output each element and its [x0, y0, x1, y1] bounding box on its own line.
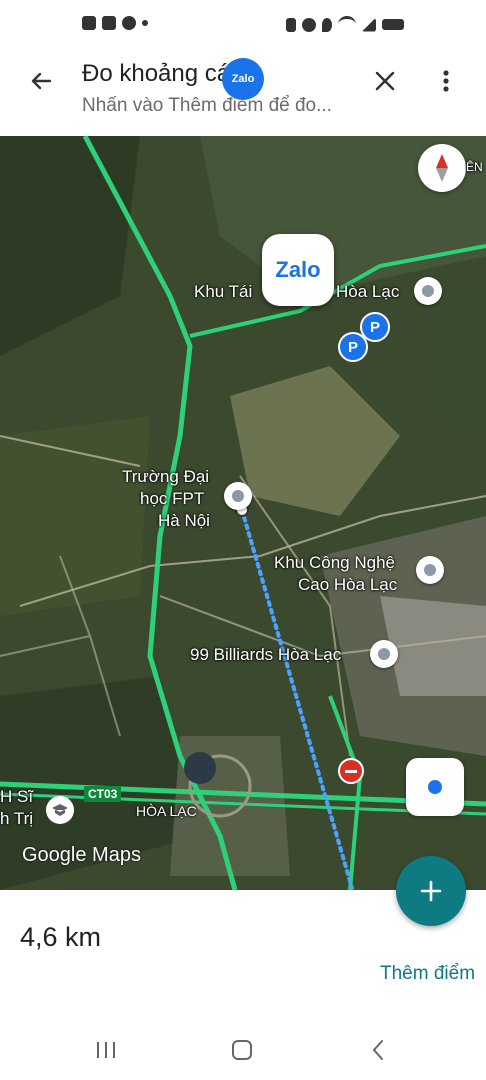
map-label-hoa-lac[interactable]: Hòa Lạc — [336, 281, 399, 303]
signal-icon — [362, 17, 376, 32]
more-vert-icon — [443, 70, 449, 92]
system-nav-bar — [0, 1020, 486, 1080]
add-point-fab[interactable] — [396, 856, 466, 926]
map-label-khu-cong-nghe-2[interactable]: Cao Hòa Lạc — [298, 574, 397, 596]
zalo-label: Zalo — [275, 257, 321, 282]
close-button[interactable] — [364, 60, 406, 102]
place-icon — [378, 648, 390, 660]
map-label-billiards[interactable]: 99 Billiards Hòa Lạc — [190, 644, 341, 666]
page-subtitle: Nhấn vào Thêm điểm để đo... — [82, 95, 332, 116]
map-label-fpt-1[interactable]: Trường Đại — [122, 466, 209, 488]
school-icon — [232, 490, 244, 502]
google-maps-logo: Google Maps — [22, 844, 141, 866]
battery-icon — [382, 19, 404, 30]
battery-saver-icon — [286, 17, 296, 32]
map-label-khu-tai[interactable]: Khu Tái — [194, 281, 252, 303]
zalo-chat-head-small[interactable]: Zalo — [222, 58, 264, 100]
more-notifications-icon — [142, 20, 148, 26]
map-label-hoa-lac-area: HÒA LẠC — [136, 803, 197, 819]
map-label-left-2[interactable]: h Trị — [0, 808, 33, 830]
map-label-fpt-3[interactable]: Hà Nội — [158, 510, 210, 532]
status-bar — [0, 0, 486, 50]
recent-apps-icon — [97, 1042, 115, 1058]
road-badge-ct03: CT03 — [84, 786, 122, 802]
map-label-fpt-2[interactable]: học FPT — [140, 488, 204, 510]
plus-icon — [420, 880, 442, 902]
location-icon — [322, 17, 332, 32]
distance-value: 4,6 km — [20, 922, 102, 952]
place-pin-khu-cong-nghe[interactable] — [416, 556, 444, 584]
place-icon — [422, 285, 434, 297]
more-options-button[interactable] — [428, 60, 464, 102]
place-pin-billiards[interactable] — [370, 640, 398, 668]
my-location-button[interactable] — [406, 758, 464, 816]
status-notifications — [82, 16, 148, 30]
map-label-khu-cong-nghe-1[interactable]: Khu Công Nghệ — [274, 552, 395, 574]
zalo-chat-head[interactable]: Zalo — [262, 234, 334, 306]
youtube-icon — [102, 16, 116, 30]
place-pin-khu-tai[interactable] — [414, 277, 442, 305]
arrow-left-icon — [31, 72, 52, 90]
compass-icon — [436, 154, 448, 182]
alarm-icon — [302, 17, 316, 32]
gallery-icon — [82, 16, 96, 30]
back-button[interactable] — [20, 60, 62, 102]
app-bar: Đo khoảng cách Nhấn vào Thêm điểm để đo.… — [0, 50, 486, 136]
recent-apps-button[interactable] — [86, 1036, 126, 1064]
add-point-button[interactable]: Thêm điểm — [380, 963, 475, 985]
my-location-icon — [428, 780, 442, 794]
map-label-corner: ÊN — [466, 160, 483, 174]
school-pin-fpt[interactable] — [224, 482, 252, 510]
home-icon — [232, 1040, 252, 1060]
back-nav-button[interactable] — [358, 1036, 398, 1064]
close-icon — [375, 71, 395, 91]
home-button[interactable] — [222, 1036, 262, 1064]
school-icon — [52, 804, 68, 816]
chevron-left-icon — [372, 1040, 383, 1060]
compass-button[interactable] — [418, 144, 466, 192]
status-system — [286, 16, 404, 33]
map-label-left-1[interactable]: H Sĩ — [0, 786, 33, 808]
no-entry-icon[interactable] — [338, 758, 364, 784]
place-icon — [424, 564, 436, 576]
wifi-icon — [338, 16, 356, 33]
messenger-icon — [122, 16, 136, 30]
parking-icon[interactable]: P — [338, 332, 368, 362]
satellite-map[interactable]: ÊN Zalo Khu Tái Hòa Lạc P P Trường Đại h… — [0, 136, 486, 890]
school-pin-left[interactable] — [46, 796, 74, 824]
